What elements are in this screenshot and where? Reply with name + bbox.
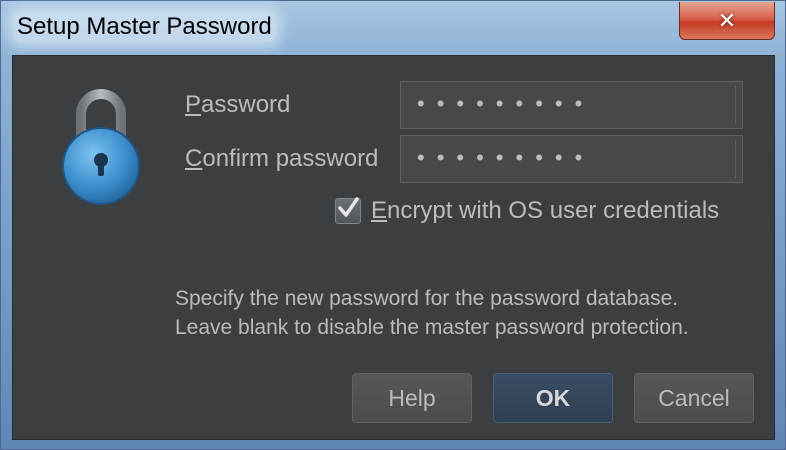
- encrypt-label: Encrypt with OS user credentials: [371, 197, 720, 224]
- checkmark-icon: [338, 197, 359, 217]
- info-text: Specify the new password for the passwor…: [175, 284, 689, 342]
- encrypt-checkbox[interactable]: [335, 197, 361, 224]
- info-line-1: Specify the new password for the passwor…: [175, 287, 679, 310]
- dialog-window: Setup Master Password ✕ Password •••••••…: [0, 0, 786, 450]
- password-field[interactable]: •••••••••: [400, 81, 743, 129]
- title-bar[interactable]: Setup Master Password ✕: [1, 1, 785, 55]
- ok-button[interactable]: OK: [493, 373, 613, 423]
- dialog-content: Password ••••••••• Confirm password ••••…: [12, 55, 775, 440]
- confirm-password-label: Confirm password: [185, 145, 379, 172]
- close-icon: ✕: [717, 7, 737, 33]
- window-title: Setup Master Password: [13, 12, 276, 42]
- password-label: Password: [185, 91, 291, 118]
- close-button[interactable]: ✕: [679, 2, 775, 40]
- cancel-button[interactable]: Cancel: [634, 373, 754, 423]
- info-line-2: Leave blank to disable the master passwo…: [175, 316, 689, 339]
- confirm-password-field[interactable]: •••••••••: [400, 135, 743, 183]
- lock-icon: [62, 89, 140, 205]
- help-button[interactable]: Help: [352, 373, 472, 423]
- encrypt-option[interactable]: Encrypt with OS user credentials: [335, 197, 719, 225]
